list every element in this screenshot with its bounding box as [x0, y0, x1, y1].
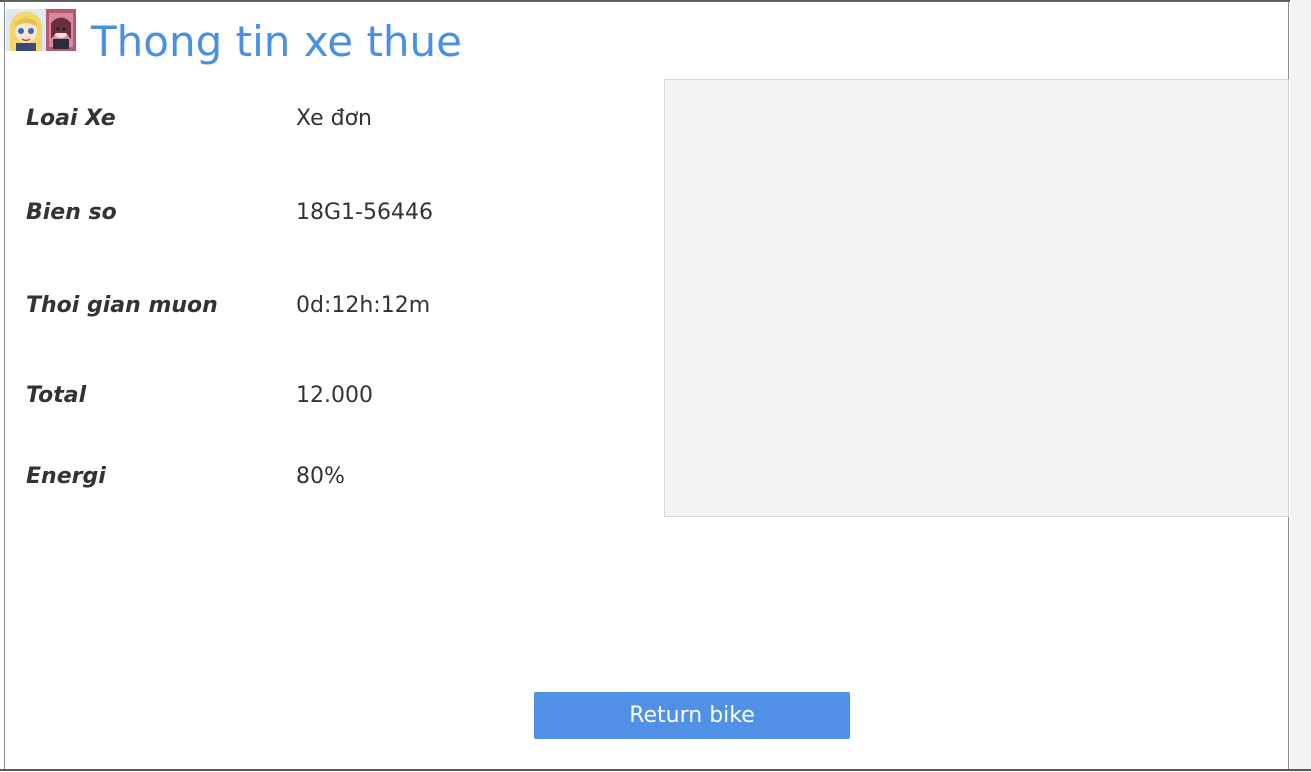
energy-label: Energi — [26, 464, 106, 489]
total-value: 12.000 — [296, 383, 373, 408]
bike-image-placeholder — [664, 79, 1289, 517]
window-bottom-border — [0, 769, 1311, 771]
window-edge-background — [1290, 0, 1311, 772]
page-title: Thong tin xe thue — [91, 17, 463, 66]
return-bike-button[interactable]: Return bike — [534, 692, 850, 739]
bike-type-value: Xe đơn — [296, 106, 372, 131]
energy-value: 80% — [296, 464, 345, 489]
rent-time-value: 0d:12h:12m — [296, 293, 431, 318]
plate-label: Bien so — [26, 200, 117, 225]
total-label: Total — [26, 383, 87, 408]
rent-time-label: Thoi gian muon — [26, 293, 218, 318]
plate-value: 18G1-56446 — [296, 200, 433, 225]
app-logo-image — [6, 9, 76, 51]
bike-type-label: Loai Xe — [26, 106, 116, 131]
